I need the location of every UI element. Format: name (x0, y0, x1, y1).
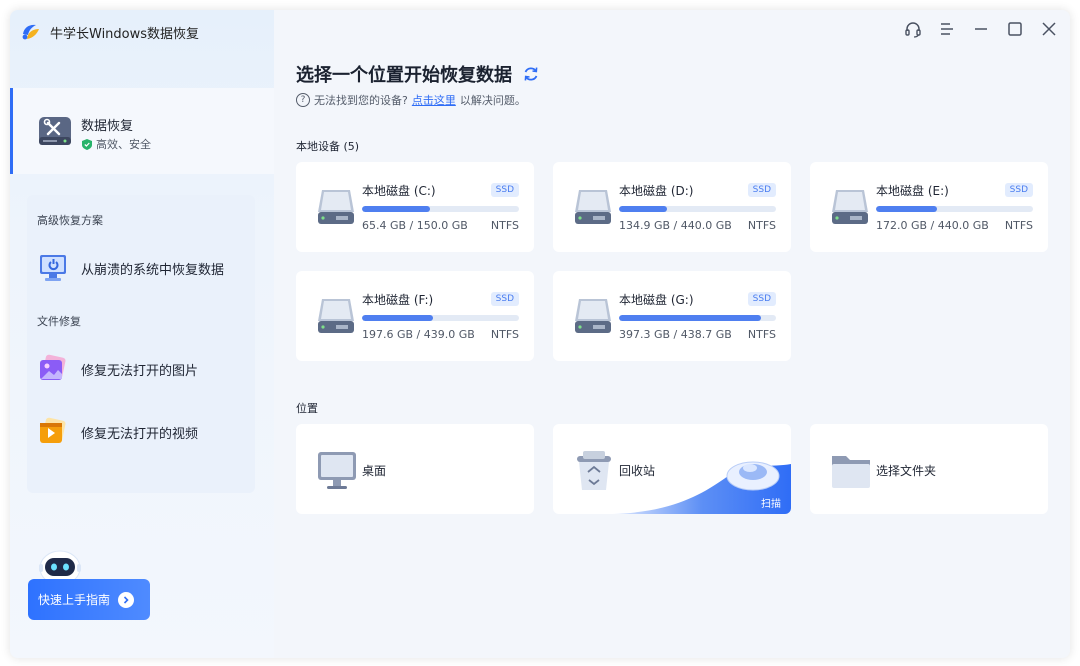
disk-name: 本地磁盘 (G:) (619, 293, 694, 307)
drive-icon (318, 299, 354, 333)
close-button[interactable] (1038, 18, 1060, 40)
select-folder-label: 选择文件夹 (876, 464, 937, 478)
file-system: NTFS (1004, 219, 1033, 232)
page-title-text: 选择一个位置开始恢复数据 (296, 65, 512, 86)
select-folder-card[interactable]: 选择文件夹 (810, 424, 1048, 514)
disk-size: 65.4 GB / 150.0 GB (362, 219, 468, 232)
local-devices-label: 本地设备 (5) (296, 140, 360, 153)
monitor-icon (318, 452, 356, 489)
photo-repair-icon (40, 354, 66, 380)
help-prefix: 无法找到您的设备? (314, 94, 408, 107)
disk-card[interactable]: 本地磁盘 (G:) SSD 397.3 GB / 438.7 GB NTFS (553, 271, 791, 361)
drive-icon (832, 190, 868, 224)
file-repair-section-label: 文件修复 (37, 315, 81, 328)
advanced-section-label: 高级恢复方案 (37, 214, 103, 227)
minimize-button[interactable] (970, 18, 992, 40)
trash-icon (577, 451, 611, 490)
usage-fill (362, 315, 433, 321)
advanced-panel: 高级恢复方案 从崩溃的系统中恢复数据 文件修复 修复无法打开的图片 修复无法打开… (27, 195, 255, 493)
usage-bar (362, 315, 519, 321)
menu-button[interactable] (936, 18, 958, 40)
disk-name: 本地磁盘 (C:) (362, 184, 436, 198)
ssd-badge: SSD (747, 292, 776, 306)
disk-size: 397.3 GB / 438.7 GB (619, 328, 732, 341)
file-system: NTFS (490, 219, 519, 232)
help-line: ? 无法找到您的设备? 点击这里 以解决问题。 (296, 92, 526, 108)
close-icon (1042, 22, 1056, 36)
recycle-bin-card[interactable]: 回收站 扫描 (553, 424, 791, 514)
desktop-label: 桌面 (362, 464, 387, 478)
usage-bar (362, 206, 519, 212)
menu-icon (941, 23, 953, 35)
disk-size: 134.9 GB / 440.0 GB (619, 219, 732, 232)
usage-fill (876, 206, 938, 212)
usage-bar (619, 206, 776, 212)
drive-icon (575, 299, 611, 333)
shield-icon (82, 138, 92, 150)
sidebar-item-data-recovery[interactable]: 数据恢复 高效、安全 (10, 88, 274, 174)
video-repair-icon (40, 417, 66, 443)
app-title-text: 牛学长Windows数据恢复 (50, 26, 200, 42)
usage-fill (362, 206, 431, 212)
main-panel: 选择一个位置开始恢复数据 ? 无法找到您的设备? 点击这里 以解决问题。 本地设备 … (274, 10, 1070, 658)
disk-size: 172.0 GB / 440.0 GB (876, 219, 989, 232)
headset-icon (905, 22, 921, 38)
ssd-badge: SSD (747, 183, 776, 197)
window-controls (902, 18, 1060, 40)
refresh-icon[interactable] (522, 65, 540, 83)
disk-name: 本地磁盘 (F:) (362, 293, 434, 307)
scan-label: 扫描 (761, 499, 781, 510)
help-link[interactable]: 点击这里 (412, 92, 456, 108)
repair-photo-label: 修复无法打开的图片 (81, 363, 199, 379)
minimize-icon (975, 28, 987, 30)
drive-icon (575, 190, 611, 224)
sidebar-item-label: 数据恢复 (81, 119, 134, 134)
disk-name: 本地磁盘 (D:) (619, 184, 694, 198)
disk-card[interactable]: 本地磁盘 (C:) SSD 65.4 GB / 150.0 GB NTFS (296, 162, 534, 252)
arrow-right-icon (118, 591, 135, 608)
quick-guide-button[interactable]: 快速上手指南 (28, 579, 150, 620)
usage-bar (876, 206, 1033, 212)
file-system: NTFS (747, 328, 776, 341)
maximize-button[interactable] (1004, 18, 1026, 40)
location-label: 位置 (296, 402, 318, 415)
repair-photo-button[interactable]: 修复无法打开的图片 (37, 353, 198, 385)
drive-icon (318, 190, 354, 224)
sidebar: 牛学长Windows数据恢复 数据恢复 高效、安全 高级恢复方案 从崩溃的系统中… (10, 10, 274, 658)
help-icon: ? (296, 93, 310, 107)
crash-recovery-button[interactable]: 从崩溃的系统中恢复数据 (37, 252, 224, 284)
desktop-card[interactable]: 桌面 (296, 424, 534, 514)
file-system: NTFS (747, 219, 776, 232)
quick-guide-label: 快速上手指南 (38, 593, 111, 607)
subtitle-text: 高效、安全 (96, 138, 151, 151)
folder-icon (832, 456, 870, 488)
tools-icon (39, 117, 71, 145)
sidebar-item-subtitle: 高效、安全 (82, 136, 151, 152)
disk-card[interactable]: 本地磁盘 (D:) SSD 134.9 GB / 440.0 GB NTFS (553, 162, 791, 252)
support-button[interactable] (902, 18, 924, 40)
ssd-badge: SSD (490, 292, 519, 306)
help-suffix: 以解决问题。 (459, 94, 526, 107)
ssd-badge: SSD (1004, 183, 1033, 197)
file-system: NTFS (490, 328, 519, 341)
disk-card[interactable]: 本地磁盘 (F:) SSD 197.6 GB / 439.0 GB NTFS (296, 271, 534, 361)
app-logo-icon (22, 24, 39, 40)
usage-bar (619, 315, 776, 321)
page-title: 选择一个位置开始恢复数据 (296, 61, 540, 87)
recycle-bin-label: 回收站 (619, 464, 656, 478)
active-indicator (10, 88, 13, 174)
usage-fill (619, 206, 668, 212)
maximize-icon (1008, 22, 1022, 36)
app-title: 牛学长Windows数据恢复 (20, 22, 199, 42)
crash-recovery-label: 从崩溃的系统中恢复数据 (81, 262, 225, 278)
repair-video-button[interactable]: 修复无法打开的视频 (37, 416, 198, 448)
disk-name: 本地磁盘 (E:) (876, 184, 949, 198)
usage-fill (619, 315, 762, 321)
app-window: 牛学长Windows数据恢复 数据恢复 高效、安全 高级恢复方案 从崩溃的系统中… (10, 10, 1070, 658)
repair-video-label: 修复无法打开的视频 (81, 426, 199, 442)
ssd-badge: SSD (490, 183, 519, 197)
disk-card[interactable]: 本地磁盘 (E:) SSD 172.0 GB / 440.0 GB NTFS (810, 162, 1048, 252)
disk-size: 197.6 GB / 439.0 GB (362, 328, 475, 341)
monitor-recovery-icon (40, 255, 66, 281)
